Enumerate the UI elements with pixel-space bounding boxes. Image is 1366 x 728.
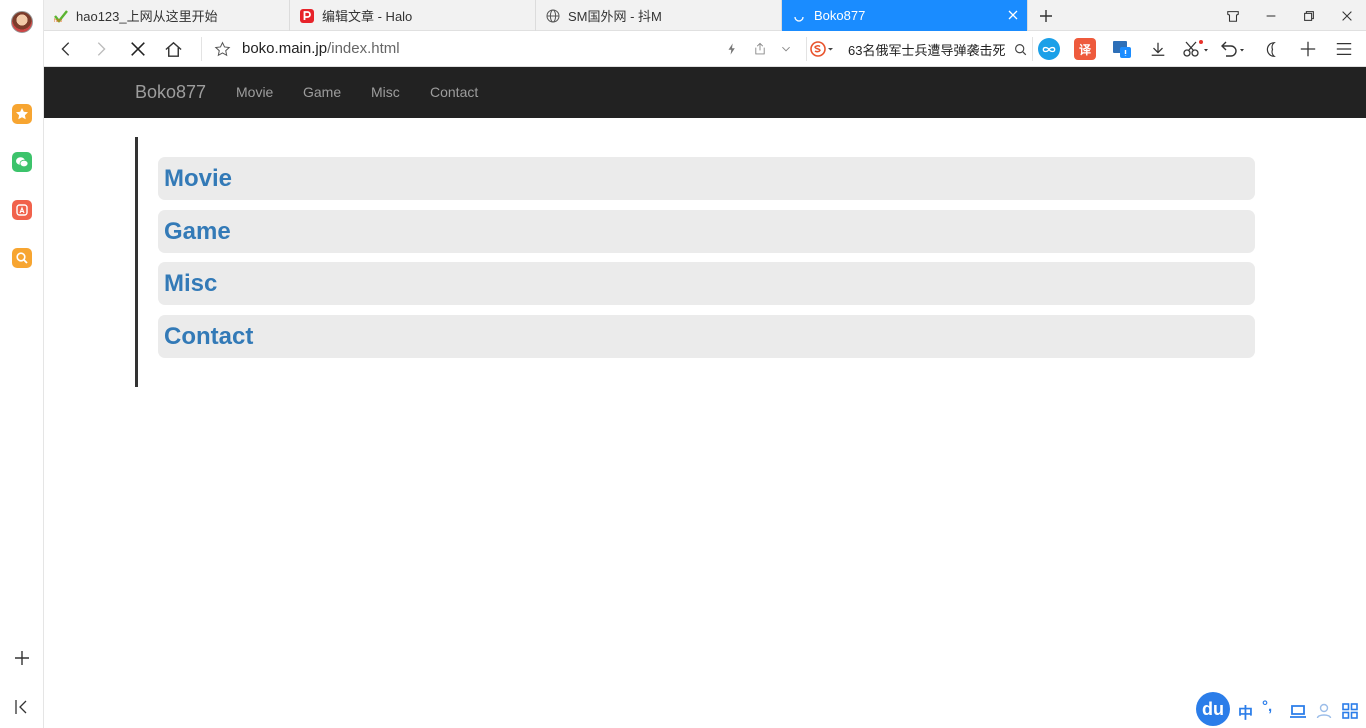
favorites-icon[interactable] — [12, 104, 32, 124]
user-avatar[interactable] — [11, 11, 33, 33]
lightning-icon[interactable] — [722, 39, 742, 59]
card-title[interactable]: Movie — [164, 165, 232, 193]
app-store-icon[interactable] — [12, 200, 32, 220]
ime-grid-icon[interactable] — [1342, 703, 1358, 719]
forward-icon[interactable] — [91, 39, 111, 59]
card-title[interactable]: Game — [164, 218, 231, 246]
ime-punctuation-toggle[interactable]: °, — [1262, 698, 1272, 715]
search-icon[interactable] — [1014, 43, 1027, 56]
card-title[interactable]: Contact — [164, 323, 253, 351]
hao123-icon: hao — [54, 9, 68, 23]
site-navbar: Boko877 Movie Game Misc Contact — [44, 67, 1366, 118]
tab-halo[interactable]: 编辑文章 - Halo — [290, 0, 536, 31]
close-window-icon[interactable] — [1337, 6, 1357, 26]
tab-hao123[interactable]: hao hao123_上网从这里开始 — [44, 0, 290, 31]
home-icon[interactable] — [163, 39, 183, 59]
card-game[interactable]: Game — [158, 210, 1255, 253]
tab-title: 编辑文章 - Halo — [322, 9, 413, 24]
card-title[interactable]: Misc — [164, 270, 217, 298]
night-mode-icon[interactable] — [1262, 39, 1282, 59]
card-misc[interactable]: Misc — [158, 262, 1255, 305]
ime-user-icon[interactable] — [1316, 703, 1332, 719]
nav-link-movie[interactable]: Movie — [236, 84, 273, 100]
translate-extension-icon[interactable]: 译 — [1074, 38, 1096, 60]
card-movie[interactable]: Movie — [158, 157, 1255, 200]
nav-link-misc[interactable]: Misc — [371, 84, 400, 100]
separator — [201, 37, 202, 61]
tab-title: Boko877 — [814, 8, 866, 23]
url-path: /index.html — [327, 40, 400, 57]
ime-logo[interactable]: du — [1196, 692, 1230, 726]
url-host: boko.main.jp — [242, 40, 328, 57]
tab-title: hao123_上网从这里开始 — [76, 9, 218, 24]
collapse-sidebar-icon[interactable] — [12, 697, 32, 717]
loading-icon — [794, 16, 804, 22]
site-brand[interactable]: Boko877 — [135, 82, 206, 103]
ime-keyboard-icon[interactable] — [1289, 703, 1307, 719]
shirt-skin-icon[interactable] — [1223, 6, 1243, 26]
download-icon[interactable] — [1148, 39, 1168, 59]
tab-boko877[interactable]: Boko877 — [782, 0, 1028, 31]
nav-link-game[interactable]: Game — [303, 84, 341, 100]
stop-loading-icon[interactable] — [128, 39, 148, 59]
share-icon[interactable] — [750, 39, 770, 59]
menu-icon[interactable] — [1334, 39, 1354, 59]
separator — [806, 37, 807, 61]
search-tool-icon[interactable] — [12, 248, 32, 268]
bookmark-star-icon[interactable] — [212, 39, 232, 59]
card-contact[interactable]: Contact — [158, 315, 1255, 358]
tab-title: SM国外网 - 抖M — [568, 9, 662, 24]
address-toolbar: boko.main.jp/index.html 63名俄军士兵遭导弹袭击死 译 — [44, 31, 1366, 67]
globe-icon — [546, 9, 560, 22]
add-extension-icon[interactable] — [1298, 39, 1318, 59]
back-icon[interactable] — [56, 39, 76, 59]
wechat-icon[interactable] — [12, 152, 32, 172]
screen-extension-icon[interactable] — [1111, 38, 1133, 60]
infinity-extension-icon[interactable] — [1038, 38, 1060, 60]
ime-toolbar: du 中 °, — [1196, 690, 1366, 728]
address-bar[interactable]: boko.main.jp/index.html — [242, 40, 400, 57]
undo-icon[interactable] — [1218, 39, 1246, 59]
nav-link-contact[interactable]: Contact — [430, 84, 478, 100]
new-tab-icon[interactable] — [1036, 6, 1056, 26]
add-icon[interactable] — [12, 648, 32, 668]
translate-label: 译 — [1078, 42, 1091, 57]
content-blockquote: Movie Game Misc Contact — [135, 137, 1255, 387]
separator — [1032, 37, 1033, 61]
sogou-search-icon[interactable] — [810, 41, 834, 57]
minimize-icon[interactable] — [1261, 6, 1281, 26]
tab-sm[interactable]: SM国外网 - 抖M — [536, 0, 782, 31]
restore-icon[interactable] — [1299, 6, 1319, 26]
halo-icon — [300, 8, 314, 23]
close-tab-icon[interactable] — [1007, 9, 1019, 21]
tab-bar: hao hao123_上网从这里开始 编辑文章 - Halo SM国外网 - 抖… — [44, 0, 1366, 31]
svg-text:hao: hao — [54, 18, 63, 23]
browser-sidebar — [0, 0, 44, 728]
chevron-down-icon[interactable] — [776, 39, 796, 59]
ime-language-toggle[interactable]: 中 — [1238, 702, 1253, 723]
screenshot-scissors-icon[interactable] — [1182, 39, 1210, 59]
search-text: 63名俄军士兵遭导弹袭击死 — [848, 42, 1006, 58]
search-box[interactable]: 63名俄军士兵遭导弹袭击死 — [810, 35, 1032, 63]
